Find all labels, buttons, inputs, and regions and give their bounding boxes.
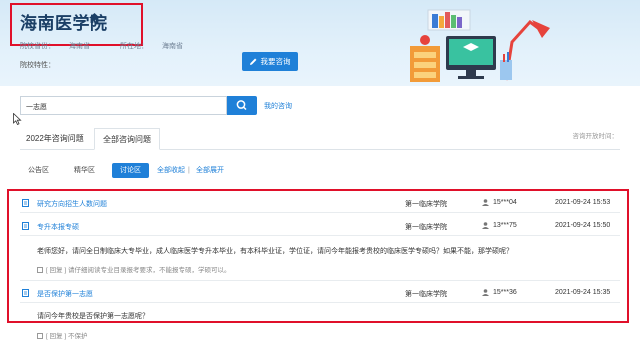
search-icon <box>236 100 247 111</box>
tab-all-questions[interactable]: 全部咨询问题 <box>94 128 160 150</box>
tab-2022-questions[interactable]: 2022年咨询问题 <box>26 128 84 150</box>
region-value: 海南省 <box>69 43 90 50</box>
feature-label: 院校特性： <box>20 62 55 69</box>
tab-discussion[interactable]: 讨论区 <box>112 163 149 178</box>
highlight-box-questions <box>7 189 629 323</box>
question-tabs: 2022年咨询问题 全部咨询问题 咨询开放时间： <box>20 128 620 150</box>
expand-all-link[interactable]: 全部展开 <box>196 163 224 178</box>
pencil-icon <box>249 58 256 65</box>
my-questions-link[interactable]: 我的咨询 <box>264 101 292 111</box>
location-value: 海南省 <box>161 43 183 50</box>
location-label: 所在地： <box>119 43 148 50</box>
link-separator: | <box>188 167 190 174</box>
search-input[interactable]: 一志愿 <box>20 96 227 115</box>
mouse-cursor-icon <box>13 113 22 125</box>
region-label: 院校省份： <box>20 43 55 50</box>
search-button[interactable] <box>227 96 257 115</box>
ask-question-button[interactable]: 我要咨询 <box>242 52 298 71</box>
tab-announcements[interactable]: 公告区 <box>28 163 49 178</box>
school-meta: 院校省份： 海南省 所在地： 海南省 <box>20 41 211 51</box>
answer-reply: [ 回复 ] 不保护 <box>37 330 88 340</box>
search-input-value: 一志愿 <box>26 104 47 111</box>
open-time-label: 咨询开放时间： <box>572 133 619 140</box>
answer-text: [ 回复 ] 不保护 <box>46 333 88 340</box>
ask-question-label: 我要咨询 <box>260 57 291 66</box>
reply-icon <box>37 333 43 339</box>
header-illustration <box>410 9 550 82</box>
highlight-box-title <box>10 3 143 46</box>
collapse-all-link[interactable]: 全部收起 <box>157 163 185 178</box>
tab-featured[interactable]: 精华区 <box>74 163 95 178</box>
